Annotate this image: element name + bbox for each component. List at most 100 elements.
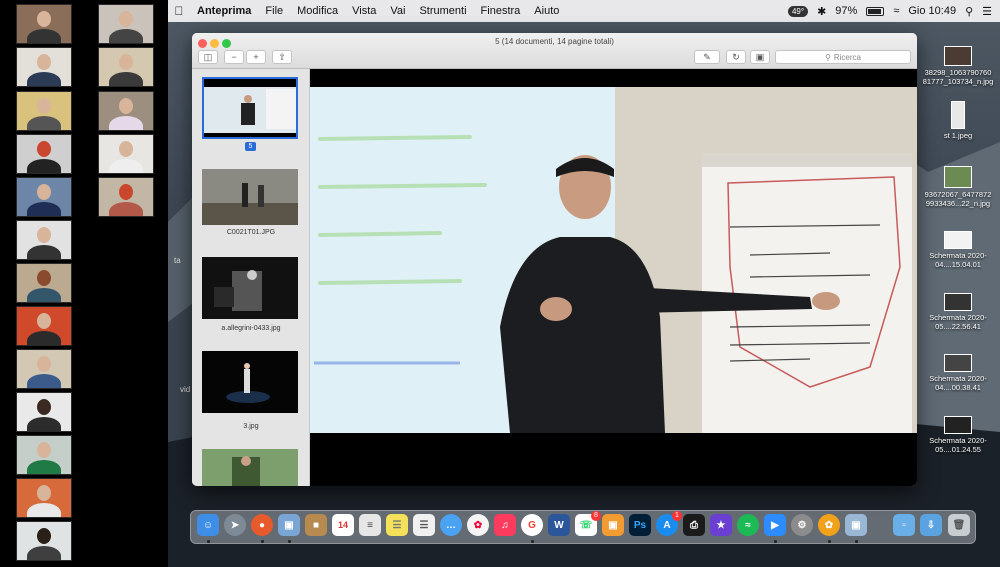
menu-file[interactable]: File [258,5,290,17]
menu-finestra[interactable]: Finestra [474,5,528,17]
desktop-file[interactable]: Schermata 2020-04....15.04.01 [918,231,998,269]
notification-badge: 8 [591,511,601,521]
text-edit-icon[interactable]: ☰ [413,514,435,536]
participant-tile[interactable] [98,91,154,131]
trash-icon[interactable]: 🗑 [948,514,970,536]
apple-icon[interactable]:  [168,4,190,18]
participant-tile[interactable] [98,4,154,44]
preview-app-icon[interactable]: ▣ [278,514,300,536]
markup-pen-button[interactable]: ✎ [694,50,720,64]
wifi-icon[interactable]: ≈ [893,5,899,17]
photos-icon[interactable]: ✿ [467,514,489,536]
spotlight-search-icon[interactable]: ⚲ [965,5,973,18]
participant-tile[interactable] [16,91,72,131]
participant-tile[interactable] [16,392,72,432]
participant-tile[interactable] [16,4,72,44]
desktop-file[interactable]: st 1.jpeg [918,101,998,140]
launchpad-icon[interactable]: ➤ [224,514,246,536]
zoom-out-button[interactable]: − [224,50,244,64]
desktop-file[interactable]: 93672067_6477872 9933436...22_n.jpg [918,166,998,208]
word-icon[interactable]: W [548,514,570,536]
participant-tile[interactable] [16,220,72,260]
menu-vista[interactable]: Vista [345,5,383,17]
thumbnail-image [202,351,298,413]
imovie-icon[interactable]: ★ [710,514,732,536]
participant-tile[interactable] [16,47,72,87]
document-viewer[interactable] [310,69,917,486]
chrome-icon[interactable]: G [521,514,543,536]
participant-tile[interactable] [16,478,72,518]
image-file-icon [944,46,972,66]
contacts-icon[interactable]: ■ [305,514,327,536]
participant-tile[interactable] [16,306,72,346]
desktop-file[interactable]: Schermata 2020-05....22.56.41 [918,293,998,331]
image-file-icon [951,101,965,129]
rotate-button[interactable]: ↻ [726,50,746,64]
notes-icon[interactable]: ☰ [386,514,408,536]
sidebar-toggle-button[interactable]: ◫ [198,50,218,64]
menu-vai[interactable]: Vai [383,5,412,17]
participant-tile[interactable] [16,134,72,174]
calendar-icon[interactable]: 14 [332,514,354,536]
menu-app-name[interactable]: Anteprima [190,5,258,17]
thumbnail[interactable] [202,351,298,413]
thumbnail[interactable] [202,449,298,486]
search-field[interactable]: ⚲ Ricerca [775,50,911,64]
screenshot-file-icon [944,231,972,249]
participant-tile[interactable] [16,263,72,303]
thumbnail[interactable] [202,169,298,231]
music-icon[interactable]: ♫ [494,514,516,536]
zoom-icon[interactable]: ▶ [764,514,786,536]
menu-aiuto[interactable]: Aiuto [527,5,566,17]
overlay-text: ta [174,256,181,265]
participant-tile[interactable] [16,349,72,389]
participant-tile[interactable] [98,134,154,174]
thumbnail[interactable] [202,257,298,319]
notification-center-icon[interactable]: ☰ [982,5,992,18]
desktop-file-label: 93672067_6477872 9933436...22_n.jpg [924,190,992,208]
desktop-file-label: Schermata 2020-05....22.56.41 [929,313,987,331]
folder-icon[interactable]: ▫ [893,514,915,536]
markup-toolbox-button[interactable]: ▣ [750,50,770,64]
menu-modifica[interactable]: Modifica [290,5,345,17]
printer-icon[interactable]: ⎙ [683,514,705,536]
menu-strumenti[interactable]: Strumenti [412,5,473,17]
clock[interactable]: Gio 10:49 [908,5,956,17]
finder-icon[interactable]: ☺ [197,514,219,536]
running-indicator [207,540,210,543]
system-preferences-icon[interactable]: ⚙ [791,514,813,536]
thumbnail-selected[interactable] [202,77,298,139]
thumbnail-sidebar: 5 C0021T01.JPG a.allegrini-0433.jpg 3.jp… [192,69,310,486]
spotify-icon[interactable]: ≈ [737,514,759,536]
image-file-icon [944,166,972,188]
photoshop-icon[interactable]: Ps [629,514,651,536]
thumbnail-image [204,79,296,137]
participant-tile[interactable] [16,521,72,561]
screen: ta vid  Anteprima File Modifica Vista V… [0,0,1000,567]
battery-icon[interactable] [866,6,885,16]
participant-tile[interactable] [16,177,72,217]
sunflower-app-icon[interactable]: ✿ [818,514,840,536]
zoom-in-button[interactable]: + [246,50,266,64]
desktop-file[interactable]: Schermata 2020-04....00.38.41 [918,354,998,392]
desktop-file-label: st 1.jpeg [943,131,973,140]
participant-tile[interactable] [98,177,154,217]
share-button[interactable]: ⇧ [272,50,292,64]
search-placeholder: Ricerca [833,52,861,62]
desktop-file[interactable]: Schermata 2020-05....01.24.55 [918,416,998,454]
page-number-badge: 5 [245,142,256,151]
participant-tile[interactable] [98,47,154,87]
desktop-file[interactable]: 38298_1063790760 81777_103734_n.jpg [918,46,998,86]
bluetooth-icon[interactable]: ✱ [817,5,826,18]
image-capture-icon[interactable]: ▣ [845,514,867,536]
messages-icon[interactable]: … [440,514,462,536]
firefox-icon[interactable]: ● [251,514,273,536]
weather-widget[interactable]: 49° [787,5,809,17]
downloads-folder-icon[interactable]: ⇩ [920,514,942,536]
running-indicator [531,540,534,543]
screenshot-file-icon [944,354,972,372]
books-icon[interactable]: ▣ [602,514,624,536]
participant-tile[interactable] [16,435,72,475]
battery-percent: 97% [835,5,858,17]
reminders-icon[interactable]: ≡ [359,514,381,536]
